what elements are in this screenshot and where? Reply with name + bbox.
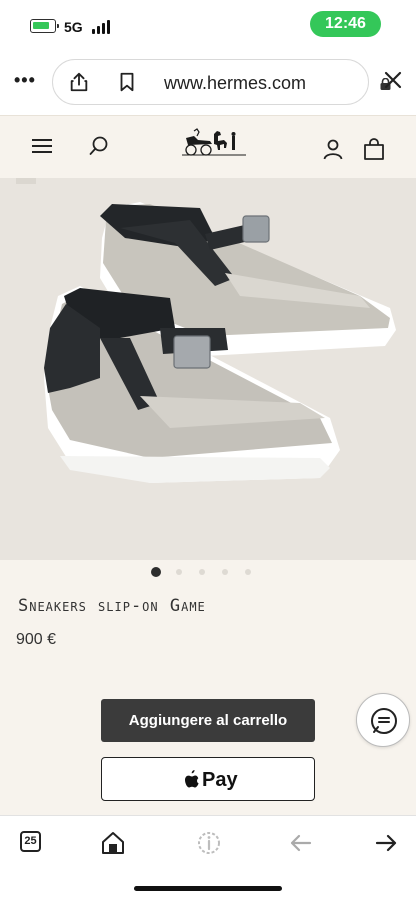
status-bar: 5G 12:46 [0, 0, 416, 48]
chat-button[interactable] [356, 693, 410, 747]
site-header [0, 116, 416, 178]
close-icon[interactable] [381, 68, 405, 92]
search-icon[interactable] [88, 135, 110, 157]
carousel-indicator[interactable] [151, 566, 266, 578]
shopping-bag-icon[interactable] [361, 137, 387, 161]
add-to-cart-button[interactable]: Aggiungere al carrello [101, 699, 315, 742]
hamburger-menu-icon[interactable] [32, 139, 52, 153]
arrow-left-icon[interactable] [288, 830, 314, 856]
hermes-carriage-logo[interactable] [180, 126, 248, 162]
clock: 12:46 [310, 11, 381, 37]
carousel-dot[interactable] [176, 569, 182, 575]
tab-count-button[interactable]: 25 [20, 831, 41, 852]
carousel-dot[interactable] [199, 569, 205, 575]
apple-pay-button[interactable]: Pay [101, 757, 315, 801]
carousel-dot[interactable] [151, 567, 161, 577]
carousel-dot[interactable] [245, 569, 251, 575]
battery-level [33, 22, 49, 29]
apple-logo-icon [185, 770, 199, 788]
browser-toolbar: ••• www.hermes.com [0, 48, 416, 116]
slip-on-sneakers-photo[interactable] [0, 178, 416, 560]
product-title: Sneakers slip-on Game [18, 596, 206, 616]
arrow-right-icon[interactable] [373, 830, 399, 856]
home-indicator[interactable] [134, 886, 282, 891]
address-bar[interactable]: www.hermes.com [52, 59, 391, 105]
battery-icon [30, 19, 59, 33]
info-icon[interactable] [196, 830, 222, 856]
bookmark-icon[interactable] [116, 71, 138, 93]
chat-bubble-icon [371, 708, 397, 734]
more-horizontal-icon[interactable]: ••• [14, 70, 36, 91]
url-text[interactable]: www.hermes.com [164, 73, 306, 94]
user-icon[interactable] [321, 137, 345, 161]
home-icon[interactable] [100, 830, 126, 856]
product-price: 900 € [16, 631, 57, 648]
share-icon[interactable] [68, 71, 90, 93]
browser-bottom-toolbar: 25 [0, 815, 416, 900]
apple-pay-label: Pay [202, 769, 238, 791]
network-type: 5G [64, 19, 83, 35]
carousel-dot[interactable] [222, 569, 228, 575]
signal-icon [92, 20, 114, 34]
